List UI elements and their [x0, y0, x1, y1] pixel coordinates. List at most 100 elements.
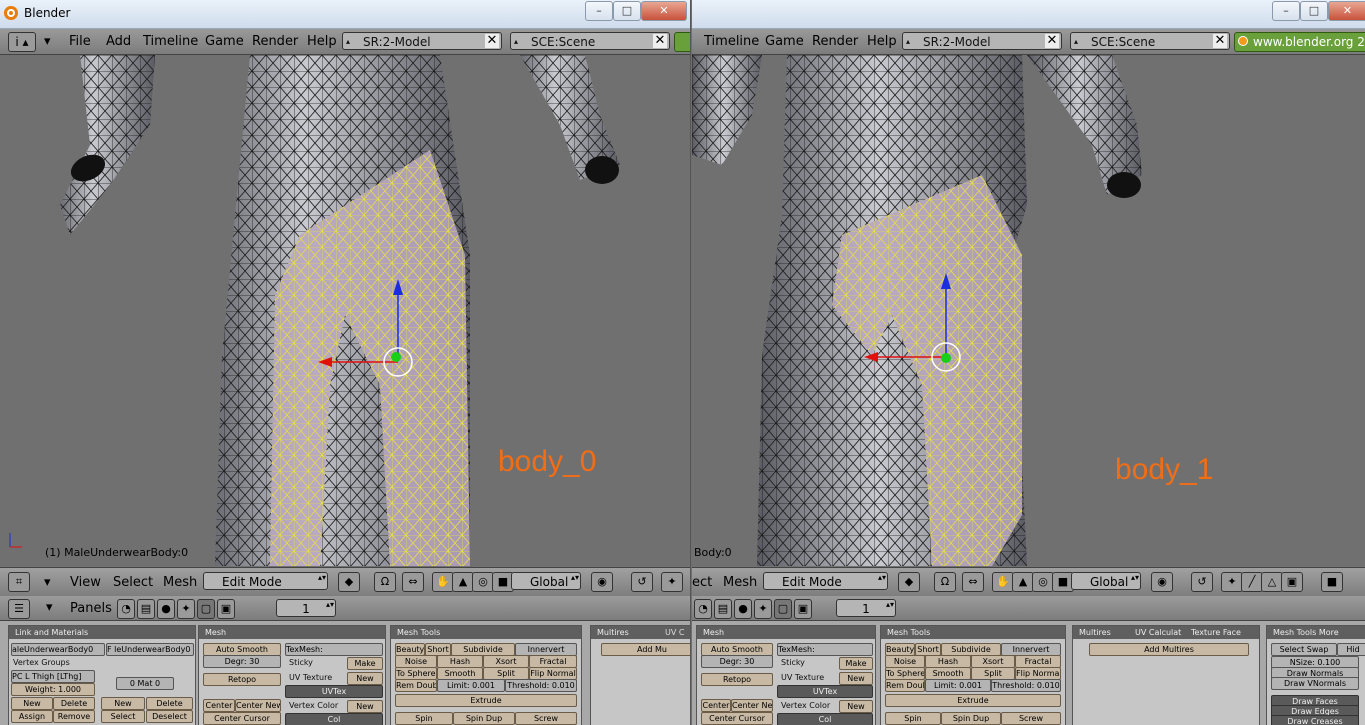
- menu-render[interactable]: Render: [252, 34, 298, 49]
- scene-context-icon[interactable]: ▣: [794, 599, 812, 619]
- rem-doubl-button[interactable]: Rem Doubl: [885, 679, 925, 692]
- editing-context-icon[interactable]: ▢: [197, 599, 215, 619]
- panels-label[interactable]: Panels: [70, 601, 112, 616]
- texmesh-field[interactable]: TexMesh:: [777, 643, 873, 656]
- draw-type-icon[interactable]: ◆: [338, 572, 360, 592]
- manipulator-icon[interactable]: ⇔: [402, 572, 424, 592]
- col-layer[interactable]: Col: [777, 713, 873, 725]
- header-collapse-icon[interactable]: ▾: [44, 575, 51, 590]
- snap-icon[interactable]: ↺: [1191, 572, 1213, 592]
- vertex-color-new-button[interactable]: New: [347, 700, 383, 713]
- menu-game[interactable]: Game: [765, 34, 804, 49]
- extrude-button[interactable]: Extrude: [395, 694, 577, 707]
- scene-context-icon[interactable]: ▣: [217, 599, 235, 619]
- vgroup-remove-button[interactable]: Remove: [53, 710, 95, 723]
- threshold-field[interactable]: Threshold: 0.010: [991, 679, 1061, 692]
- hide-button[interactable]: Hid: [1337, 643, 1365, 656]
- menu-select[interactable]: ect: [692, 575, 712, 590]
- hand-icon[interactable]: ✋: [992, 572, 1014, 592]
- grid-window-type-icon[interactable]: ⌗: [8, 572, 30, 592]
- occlude-icon[interactable]: ▣: [1281, 572, 1303, 592]
- multires-tab[interactable]: Multires: [1079, 628, 1111, 637]
- menu-help[interactable]: Help: [307, 34, 337, 49]
- threshold-field[interactable]: Threshold: 0.010: [505, 679, 577, 692]
- extrude-button[interactable]: Extrude: [885, 694, 1061, 707]
- degr-field[interactable]: Degr: 30: [701, 655, 773, 668]
- edge-select-icon[interactable]: ╱: [1241, 572, 1263, 592]
- menu-help[interactable]: Help: [867, 34, 897, 49]
- menu-mesh[interactable]: Mesh: [163, 575, 197, 590]
- col-layer[interactable]: Col: [285, 713, 383, 725]
- delete-scene-icon[interactable]: ✕: [1213, 34, 1227, 48]
- spin-dup-button[interactable]: Spin Dup: [941, 712, 1001, 725]
- logic-context-icon[interactable]: ◔: [117, 599, 135, 619]
- material-deselect-button[interactable]: Deselect: [146, 710, 193, 723]
- 3d-viewport[interactable]: body_1 Body:0: [692, 55, 1365, 566]
- close-button[interactable]: ✕: [1328, 1, 1365, 21]
- frame-field[interactable]: 1: [836, 599, 896, 617]
- close-button[interactable]: ✕: [641, 1, 687, 21]
- add-multires-button[interactable]: Add Multires: [1089, 643, 1249, 656]
- maximize-button[interactable]: □: [1300, 1, 1328, 21]
- menu-game[interactable]: Game: [205, 34, 244, 49]
- menu-add[interactable]: Add: [106, 34, 131, 49]
- draw-vnormals-toggle[interactable]: Draw VNormals: [1271, 677, 1359, 690]
- object-context-icon[interactable]: ✦: [177, 599, 195, 619]
- uv-texture-new-button[interactable]: New: [347, 672, 383, 685]
- frame-field[interactable]: 1: [276, 599, 336, 617]
- proportional-icon[interactable]: ◉: [1151, 572, 1173, 592]
- menu-mesh[interactable]: Mesh: [723, 575, 757, 590]
- uv-calc-tab[interactable]: UV C: [665, 628, 684, 637]
- screw-button[interactable]: Screw: [515, 712, 577, 725]
- shading-context-icon[interactable]: ●: [734, 599, 752, 619]
- draw-type-icon[interactable]: ◆: [898, 572, 920, 592]
- script-context-icon[interactable]: ▤: [714, 599, 732, 619]
- screen-field[interactable]: ▴ SR:2-Model ✕: [342, 32, 502, 50]
- menu-timeline[interactable]: Timeline: [143, 34, 198, 49]
- weight-field[interactable]: Weight: 1.000: [11, 683, 95, 696]
- select-swap-button[interactable]: Select Swap: [1271, 643, 1337, 656]
- spin-button[interactable]: Spin: [395, 712, 453, 725]
- uvtex-layer[interactable]: UVTex: [285, 685, 383, 698]
- menu-render[interactable]: Render: [812, 34, 858, 49]
- mode-select[interactable]: Edit Mode: [763, 572, 888, 590]
- orientation-select[interactable]: Global: [1071, 572, 1141, 590]
- center-new-button[interactable]: Center New: [731, 699, 773, 712]
- limit-field[interactable]: Limit: 0.001: [925, 679, 991, 692]
- texture-face-tab[interactable]: Texture Face: [1191, 626, 1241, 639]
- website-link[interactable]: [674, 32, 690, 52]
- retopo-toggle[interactable]: Retopo: [701, 673, 773, 686]
- 3d-viewport[interactable]: body_0 (1) MaleUnderwearBody:0: [0, 55, 690, 566]
- degr-field[interactable]: Degr: 30: [203, 655, 281, 668]
- screw-button[interactable]: Screw: [1001, 712, 1061, 725]
- minimize-button[interactable]: –: [585, 1, 613, 21]
- scene-field[interactable]: ▴ SCE:Scene ✕: [510, 32, 670, 50]
- object-context-icon[interactable]: ✦: [754, 599, 772, 619]
- minimize-button[interactable]: –: [1272, 1, 1300, 21]
- website-link[interactable]: www.blender.org 24: [1234, 32, 1365, 52]
- vgroup-assign-button[interactable]: Assign: [11, 710, 53, 723]
- screen-field[interactable]: ▴ SR:2-Model ✕: [902, 32, 1062, 50]
- logic-context-icon[interactable]: ◔: [694, 599, 712, 619]
- proportional-icon[interactable]: ◉: [591, 572, 613, 592]
- sticky-make-button[interactable]: Make: [839, 657, 873, 670]
- info-window-type-icon[interactable]: i ▴: [8, 32, 36, 52]
- vertex-group-select[interactable]: PC L Thigh [LThg]: [11, 670, 95, 683]
- texmesh-field[interactable]: TexMesh:: [285, 643, 383, 656]
- center-button[interactable]: Center: [701, 699, 731, 712]
- menu-file[interactable]: File: [69, 34, 91, 49]
- pivot-icon[interactable]: Ω: [934, 572, 956, 592]
- vgroup-delete-button[interactable]: Delete: [53, 697, 95, 710]
- script-context-icon[interactable]: ▤: [137, 599, 155, 619]
- snap-icon[interactable]: ↺: [631, 572, 653, 592]
- scene-field[interactable]: ▴ SCE:Scene ✕: [1070, 32, 1230, 50]
- translate-icon[interactable]: ▲: [452, 572, 474, 592]
- delete-screen-icon[interactable]: ✕: [485, 34, 499, 48]
- translate-icon[interactable]: ▲: [1012, 572, 1034, 592]
- menu-select[interactable]: Select: [113, 575, 153, 590]
- shading-context-icon[interactable]: ●: [157, 599, 175, 619]
- sticky-make-button[interactable]: Make: [347, 657, 383, 670]
- vgroup-new-button[interactable]: New: [11, 697, 53, 710]
- render-preview-icon[interactable]: ■: [1321, 572, 1343, 592]
- object-name-field[interactable]: F leUnderwearBody0: [106, 643, 194, 656]
